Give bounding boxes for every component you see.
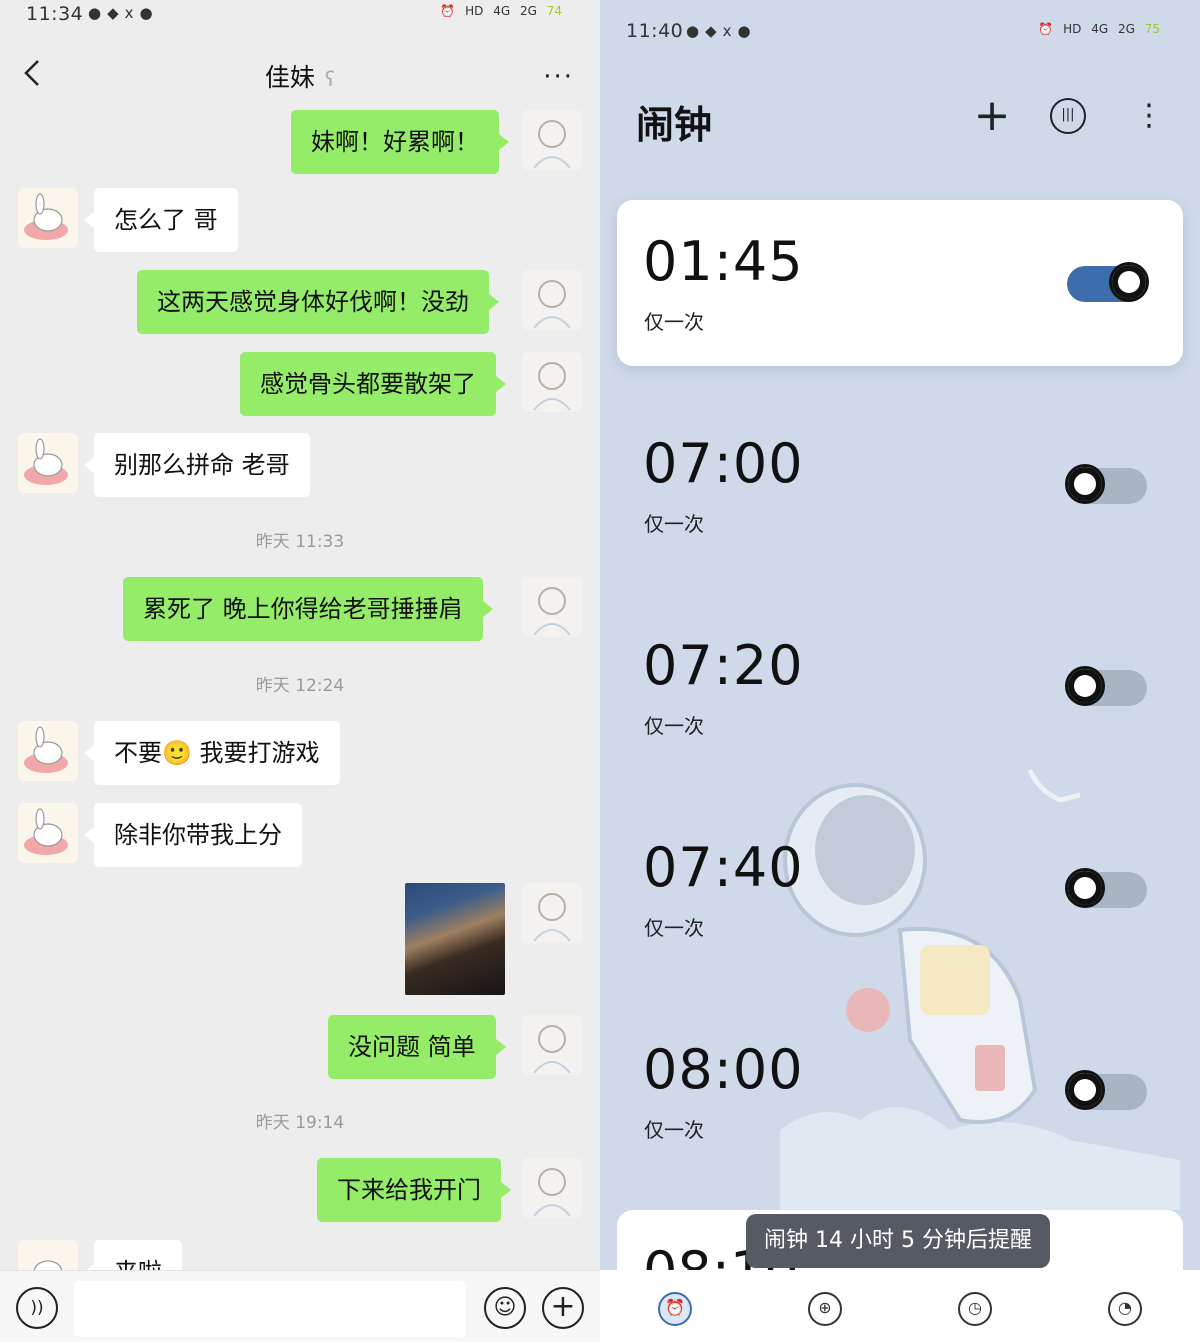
message-bubble-her[interactable]: 不要🙂 我要打游戏 <box>84 721 340 785</box>
my-avatar[interactable] <box>522 883 582 943</box>
message-bubble-her[interactable]: 除非你带我上分 <box>84 803 302 867</box>
alarm-card[interactable]: 08:00 仅一次 <box>617 1008 1183 1174</box>
message-bubble-her[interactable]: 别那么拼命 老哥 <box>84 433 310 497</box>
alarm-status-icon: ⏰ <box>1038 22 1054 36</box>
toggle-knob <box>1065 868 1105 908</box>
status-icons: ⏰ HD 4G 2G 74 <box>434 4 562 18</box>
notification-icons: ●◆ⅹ● <box>88 4 159 22</box>
timestamp: 昨天 11:33 <box>255 532 345 552</box>
alarm-time: 07:20 <box>643 634 804 697</box>
add-icon[interactable]: + <box>972 94 1012 138</box>
toggle-knob <box>1065 1070 1105 1110</box>
timestamp: 昨天 12:24 <box>255 676 345 696</box>
my-avatar[interactable] <box>522 577 582 637</box>
alarm-card[interactable]: 07:00 仅一次 <box>617 402 1183 568</box>
my-avatar[interactable] <box>522 270 582 330</box>
alarm-card[interactable]: 01:45 仅一次 <box>617 200 1183 366</box>
alarm-toggle[interactable] <box>1065 868 1147 908</box>
alarm-toggle[interactable] <box>1065 464 1147 504</box>
battery-level: 75 <box>1144 22 1160 36</box>
notification-icons: ●◆ⅹ● <box>686 22 757 40</box>
alarm-card[interactable]: 07:20 仅一次 <box>617 604 1183 770</box>
plus-icon[interactable]: + <box>542 1287 584 1329</box>
chat-header: 佳妹 ʕ ··· <box>0 46 600 104</box>
voice-alarm-icon[interactable]: ||| <box>1050 98 1086 134</box>
status-time: 11:40 <box>626 20 684 42</box>
hd-icon: HD <box>465 4 484 18</box>
emoji-icon[interactable]: ☺ <box>484 1287 526 1329</box>
message-bubble-me[interactable]: 感觉骨头都要散架了 <box>240 352 506 416</box>
alarm-toggle[interactable] <box>1065 666 1147 706</box>
my-avatar[interactable] <box>522 1015 582 1075</box>
alarm-repeat: 仅一次 <box>644 714 704 738</box>
my-avatar[interactable] <box>522 110 582 170</box>
timer-tab-icon[interactable]: ◔ <box>1108 1292 1142 1326</box>
voice-icon[interactable]: )) <box>16 1287 58 1329</box>
toggle-knob <box>1109 262 1149 302</box>
message-bubble-me[interactable]: 妹啊！好累啊！ <box>291 110 509 174</box>
alarm-time: 07:00 <box>643 432 804 495</box>
toggle-knob <box>1065 464 1105 504</box>
status-bar: 11:34 ●◆ⅹ● ⏰ HD 4G 2G 74 <box>0 0 600 30</box>
chat-input-bar: )) ☺ + <box>0 1270 600 1342</box>
page-title: 闹钟 <box>636 103 713 147</box>
status-icons: ⏰ HD 4G 2G 75 <box>1032 22 1160 36</box>
world-clock-tab-icon[interactable]: ⊕ <box>808 1292 842 1326</box>
contact-avatar[interactable] <box>18 433 78 493</box>
my-avatar[interactable] <box>522 352 582 412</box>
alarm-status-icon: ⏰ <box>440 4 456 18</box>
status-time: 11:34 <box>26 3 84 25</box>
alarm-toggle[interactable] <box>1067 262 1149 302</box>
status-bar: 11:40 ●◆ⅹ● ⏰ HD 4G 2G 75 <box>600 0 1200 42</box>
net2-label: 2G <box>519 4 537 18</box>
stopwatch-tab-icon[interactable]: ◷ <box>958 1292 992 1326</box>
contact-avatar[interactable] <box>18 721 78 781</box>
contact-avatar[interactable] <box>18 803 78 863</box>
my-avatar[interactable] <box>522 1158 582 1218</box>
net1-label: 4G <box>1091 22 1109 36</box>
alarm-repeat: 仅一次 <box>644 512 704 536</box>
alarm-repeat: 仅一次 <box>644 916 704 940</box>
alarm-time: 01:45 <box>643 230 804 293</box>
net1-label: 4G <box>493 4 511 18</box>
message-bubble-me[interactable]: 下来给我开门 <box>317 1158 511 1222</box>
contact-name: 佳妹 <box>264 63 315 92</box>
clock-screen: 11:40 ●◆ⅹ● ⏰ HD 4G 2G 75 闹钟 + ||| ⋮ 01:4… <box>600 0 1200 1342</box>
alarm-repeat: 仅一次 <box>644 1118 704 1142</box>
message-bubble-her[interactable]: 怎么了 哥 <box>84 188 238 252</box>
alarm-time: 07:40 <box>643 836 804 899</box>
battery-level: 74 <box>546 4 562 18</box>
toggle-knob <box>1065 666 1105 706</box>
alarm-tab-icon[interactable]: ⏰ <box>658 1292 692 1326</box>
ear-icon: ʕ <box>324 67 336 91</box>
bottom-tab-bar: ⏰ ⊕ ◷ ◔ <box>600 1270 1200 1342</box>
hd-icon: HD <box>1063 22 1082 36</box>
net2-label: 2G <box>1117 22 1135 36</box>
message-bubble-me[interactable]: 没问题 简单 <box>328 1015 506 1079</box>
chat-title: 佳妹 ʕ <box>0 58 600 94</box>
chat-screen: 11:34 ●◆ⅹ● ⏰ HD 4G 2G 74 佳妹 ʕ ··· 妹啊！好累啊！… <box>0 0 600 1342</box>
kebab-icon[interactable]: ⋮ <box>1134 96 1164 136</box>
message-bubble-me[interactable]: 这两天感觉身体好伐啊！没劲 <box>137 270 499 334</box>
timestamp: 昨天 19:14 <box>255 1113 345 1133</box>
alarm-time: 08:00 <box>643 1038 804 1101</box>
message-input[interactable] <box>74 1281 466 1337</box>
contact-avatar[interactable] <box>18 188 78 248</box>
more-icon[interactable]: ··· <box>543 62 574 92</box>
alarm-repeat: 仅一次 <box>644 310 704 334</box>
alarm-toggle[interactable] <box>1065 1070 1147 1110</box>
photo-message[interactable] <box>405 883 505 995</box>
alarm-card[interactable]: 07:40 仅一次 <box>617 806 1183 972</box>
message-bubble-me[interactable]: 累死了 晚上你得给老哥捶捶肩 <box>123 577 493 641</box>
alarm-toast: 闹钟 14 小时 5 分钟后提醒 <box>746 1214 1050 1268</box>
